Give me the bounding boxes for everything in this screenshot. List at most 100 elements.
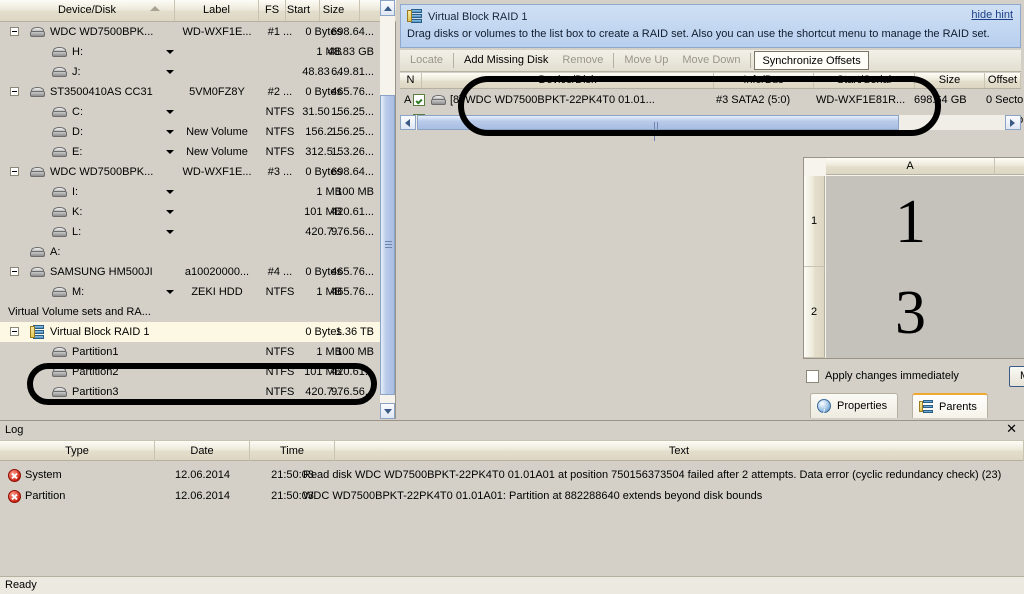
hide-hint-link[interactable]: hide hint xyxy=(971,9,1013,21)
scroll-right-button[interactable] xyxy=(1005,115,1021,130)
tree-cell-name: E: xyxy=(72,146,83,158)
tree-row[interactable]: D: New Volume NTFS 156.2... 156.25... xyxy=(0,122,381,142)
disk-list-column-header[interactable]: Offset xyxy=(985,73,1021,88)
disk-list-column-header[interactable]: Info/Bus xyxy=(714,73,814,88)
grid-block-cell[interactable]: 1 xyxy=(826,176,995,267)
tree-row[interactable]: Partition2 NTFS 101 MB 420.61... xyxy=(0,362,381,382)
disk-list-column-header[interactable]: Size xyxy=(915,73,985,88)
tree-column-header-label: Label xyxy=(203,4,230,16)
tree-row[interactable]: I: 1 MB 100 MB xyxy=(0,182,381,202)
tree-collapse-icon[interactable] xyxy=(10,27,19,36)
tree-cell-size xyxy=(308,242,374,262)
tree-row[interactable]: L: 420.7... 976.56... xyxy=(0,222,381,242)
scroll-down-button[interactable] xyxy=(380,403,395,419)
scroll-up-button[interactable] xyxy=(380,0,395,16)
raid-toolbar[interactable]: Locate Add Missing Disk Remove Move Up Move … xyxy=(400,50,1021,72)
tree-cell-label xyxy=(175,222,259,242)
disk-list-column-header[interactable]: Device/Disk xyxy=(422,73,714,88)
log-row[interactable]: System 12.06.2014 21:50:03 Read disk WDC WD… xyxy=(0,465,1024,486)
grid-block-cell[interactable]: 3 xyxy=(826,267,995,358)
log-row[interactable]: Partition 12.06.2014 21:50:03 WDC WD7500BPK… xyxy=(0,486,1024,507)
close-icon[interactable]: ✕ xyxy=(1006,422,1017,436)
label-dropdown-icon[interactable] xyxy=(166,290,174,294)
tree-row[interactable]: E: New Volume NTFS 312.5... 153.26... xyxy=(0,142,381,162)
tree-cell-label xyxy=(175,302,259,322)
tree-row[interactable]: H: 1 MB 48.83 GB xyxy=(0,42,381,62)
tree-cell-size: 100 MB xyxy=(336,346,374,358)
scroll-thumb[interactable] xyxy=(380,95,395,395)
label-dropdown-icon[interactable] xyxy=(166,210,174,214)
label-dropdown-icon[interactable] xyxy=(166,110,174,114)
tree-cell-label: New Volume xyxy=(186,126,248,138)
log-column-header[interactable]: Text xyxy=(335,441,1024,461)
tree-row[interactable]: Partition3 NTFS 420.7... 976.56... xyxy=(0,382,381,402)
tree-row[interactable]: A: xyxy=(0,242,381,262)
grid-block-cell[interactable]: 2 xyxy=(995,176,1024,267)
label-dropdown-icon[interactable] xyxy=(166,70,174,74)
tree-row[interactable]: ST3500410AS CC31 5VM0FZ8Y #2 ... 0 Bytes 465… xyxy=(0,82,381,102)
log-cell-type: Partition xyxy=(25,490,66,502)
log-column-header[interactable]: Time xyxy=(250,441,335,461)
log-cell-type: System xyxy=(25,469,62,481)
parents-icon xyxy=(919,400,934,414)
tree-row[interactable]: K: 101 MB 420.61... xyxy=(0,202,381,222)
tree-cell-size: 156.25... xyxy=(331,126,374,138)
label-dropdown-icon[interactable] xyxy=(166,190,174,194)
raid-editor-panel: Virtual Block RAID 1 hide hint Drag disk… xyxy=(397,0,1024,424)
tree-cell-label xyxy=(175,322,259,342)
disk-list-row[interactable]: A [8] WDC WD7500BPKT-22PK4T0 01.01... #3 S… xyxy=(400,90,1024,110)
tree-row[interactable]: Virtual Volume sets and RA... xyxy=(0,302,381,322)
label-dropdown-icon[interactable] xyxy=(166,150,174,154)
grid-cells[interactable]: 1234 xyxy=(826,176,1024,358)
disk-list-horizontal-scrollbar[interactable] xyxy=(400,115,1021,141)
disk-list-column-header[interactable]: Start/Serial xyxy=(814,73,915,88)
tree-collapse-icon[interactable] xyxy=(10,87,19,96)
tab-properties[interactable]: Properties xyxy=(810,393,899,424)
tree-row[interactable]: SAMSUNG HM500JI a10020000... #4 ... 0 Bytes… xyxy=(0,262,381,282)
tree-row[interactable]: M: ZEKI HDD NTFS 1 MB 465.76... xyxy=(0,282,381,302)
disk-list-column-header[interactable]: N xyxy=(400,73,422,88)
tree-row[interactable]: Virtual Block RAID 10 Bytes 1.36 TB xyxy=(0,322,381,342)
toolbar-button-add-missing-disk[interactable]: Add Missing Disk xyxy=(457,51,555,70)
tree-row[interactable]: C: NTFS 31.50 ... 156.25... xyxy=(0,102,381,122)
raid-volume-icon xyxy=(30,325,45,339)
disk-enabled-checkbox[interactable] xyxy=(413,94,425,106)
raid-block-layout-grid[interactable]: AB 12 1234 xyxy=(803,157,1024,359)
toolbar-button-synchronize-offsets[interactable]: Synchronize Offsets xyxy=(754,51,869,70)
device-tree-header: Device/Disk Label FS Start Size xyxy=(0,0,396,22)
grid-block-cell[interactable]: 4 xyxy=(995,267,1024,358)
tree-row[interactable]: J: 48.83 ... 649.81... xyxy=(0,62,381,82)
tree-row[interactable]: WDC WD7500BPK... WD-WXF1E... #3 ... 0 Bytes… xyxy=(0,162,381,182)
tree-cell-size: 156.25... xyxy=(331,106,374,118)
disk-icon xyxy=(52,227,68,238)
tree-collapse-icon[interactable] xyxy=(10,167,19,176)
device-tree-body[interactable]: WDC WD7500BPK... WD-WXF1E... #1 ... 0 Bytes… xyxy=(0,22,381,419)
bottom-tabs[interactable]: Properties Parents xyxy=(800,393,1024,424)
tree-column-header[interactable]: Size xyxy=(308,0,360,21)
tree-cell-name: WDC WD7500BPK... xyxy=(50,166,154,178)
tree-collapse-icon[interactable] xyxy=(10,327,19,336)
tree-row[interactable]: WDC WD7500BPK... WD-WXF1E... #1 ... 0 Bytes… xyxy=(0,22,381,42)
scroll-left-button[interactable] xyxy=(400,115,416,130)
label-dropdown-icon[interactable] xyxy=(166,230,174,234)
tree-column-header[interactable]: Device/Disk xyxy=(0,0,175,21)
tree-column-header[interactable]: Label xyxy=(175,0,259,21)
toolbar-separator xyxy=(453,53,455,68)
log-column-header[interactable]: Type xyxy=(0,441,155,461)
tree-collapse-icon[interactable] xyxy=(10,267,19,276)
raid-disk-list[interactable]: N Device/Disk Info/Bus Start/Serial Size Offs… xyxy=(400,73,1024,141)
grid-row-headers: 12 xyxy=(804,176,825,358)
tree-vertical-scrollbar[interactable] xyxy=(380,0,395,419)
tab-parents[interactable]: Parents xyxy=(912,393,988,418)
grip-icon xyxy=(385,241,392,249)
tree-cell-size: 976.56... xyxy=(331,226,374,238)
label-dropdown-icon[interactable] xyxy=(166,50,174,54)
tree-cell-label xyxy=(175,342,259,362)
hscroll-thumb[interactable] xyxy=(417,115,899,141)
tree-row[interactable]: Partition1 NTFS 1 MB 100 MB xyxy=(0,342,381,362)
apply-immediately-checkbox[interactable] xyxy=(806,370,819,383)
disk-row-offset: 0 Sectors xyxy=(986,94,1024,106)
label-dropdown-icon[interactable] xyxy=(166,130,174,134)
more-button[interactable]: More... xyxy=(1009,366,1024,387)
log-column-header[interactable]: Date xyxy=(155,441,250,461)
